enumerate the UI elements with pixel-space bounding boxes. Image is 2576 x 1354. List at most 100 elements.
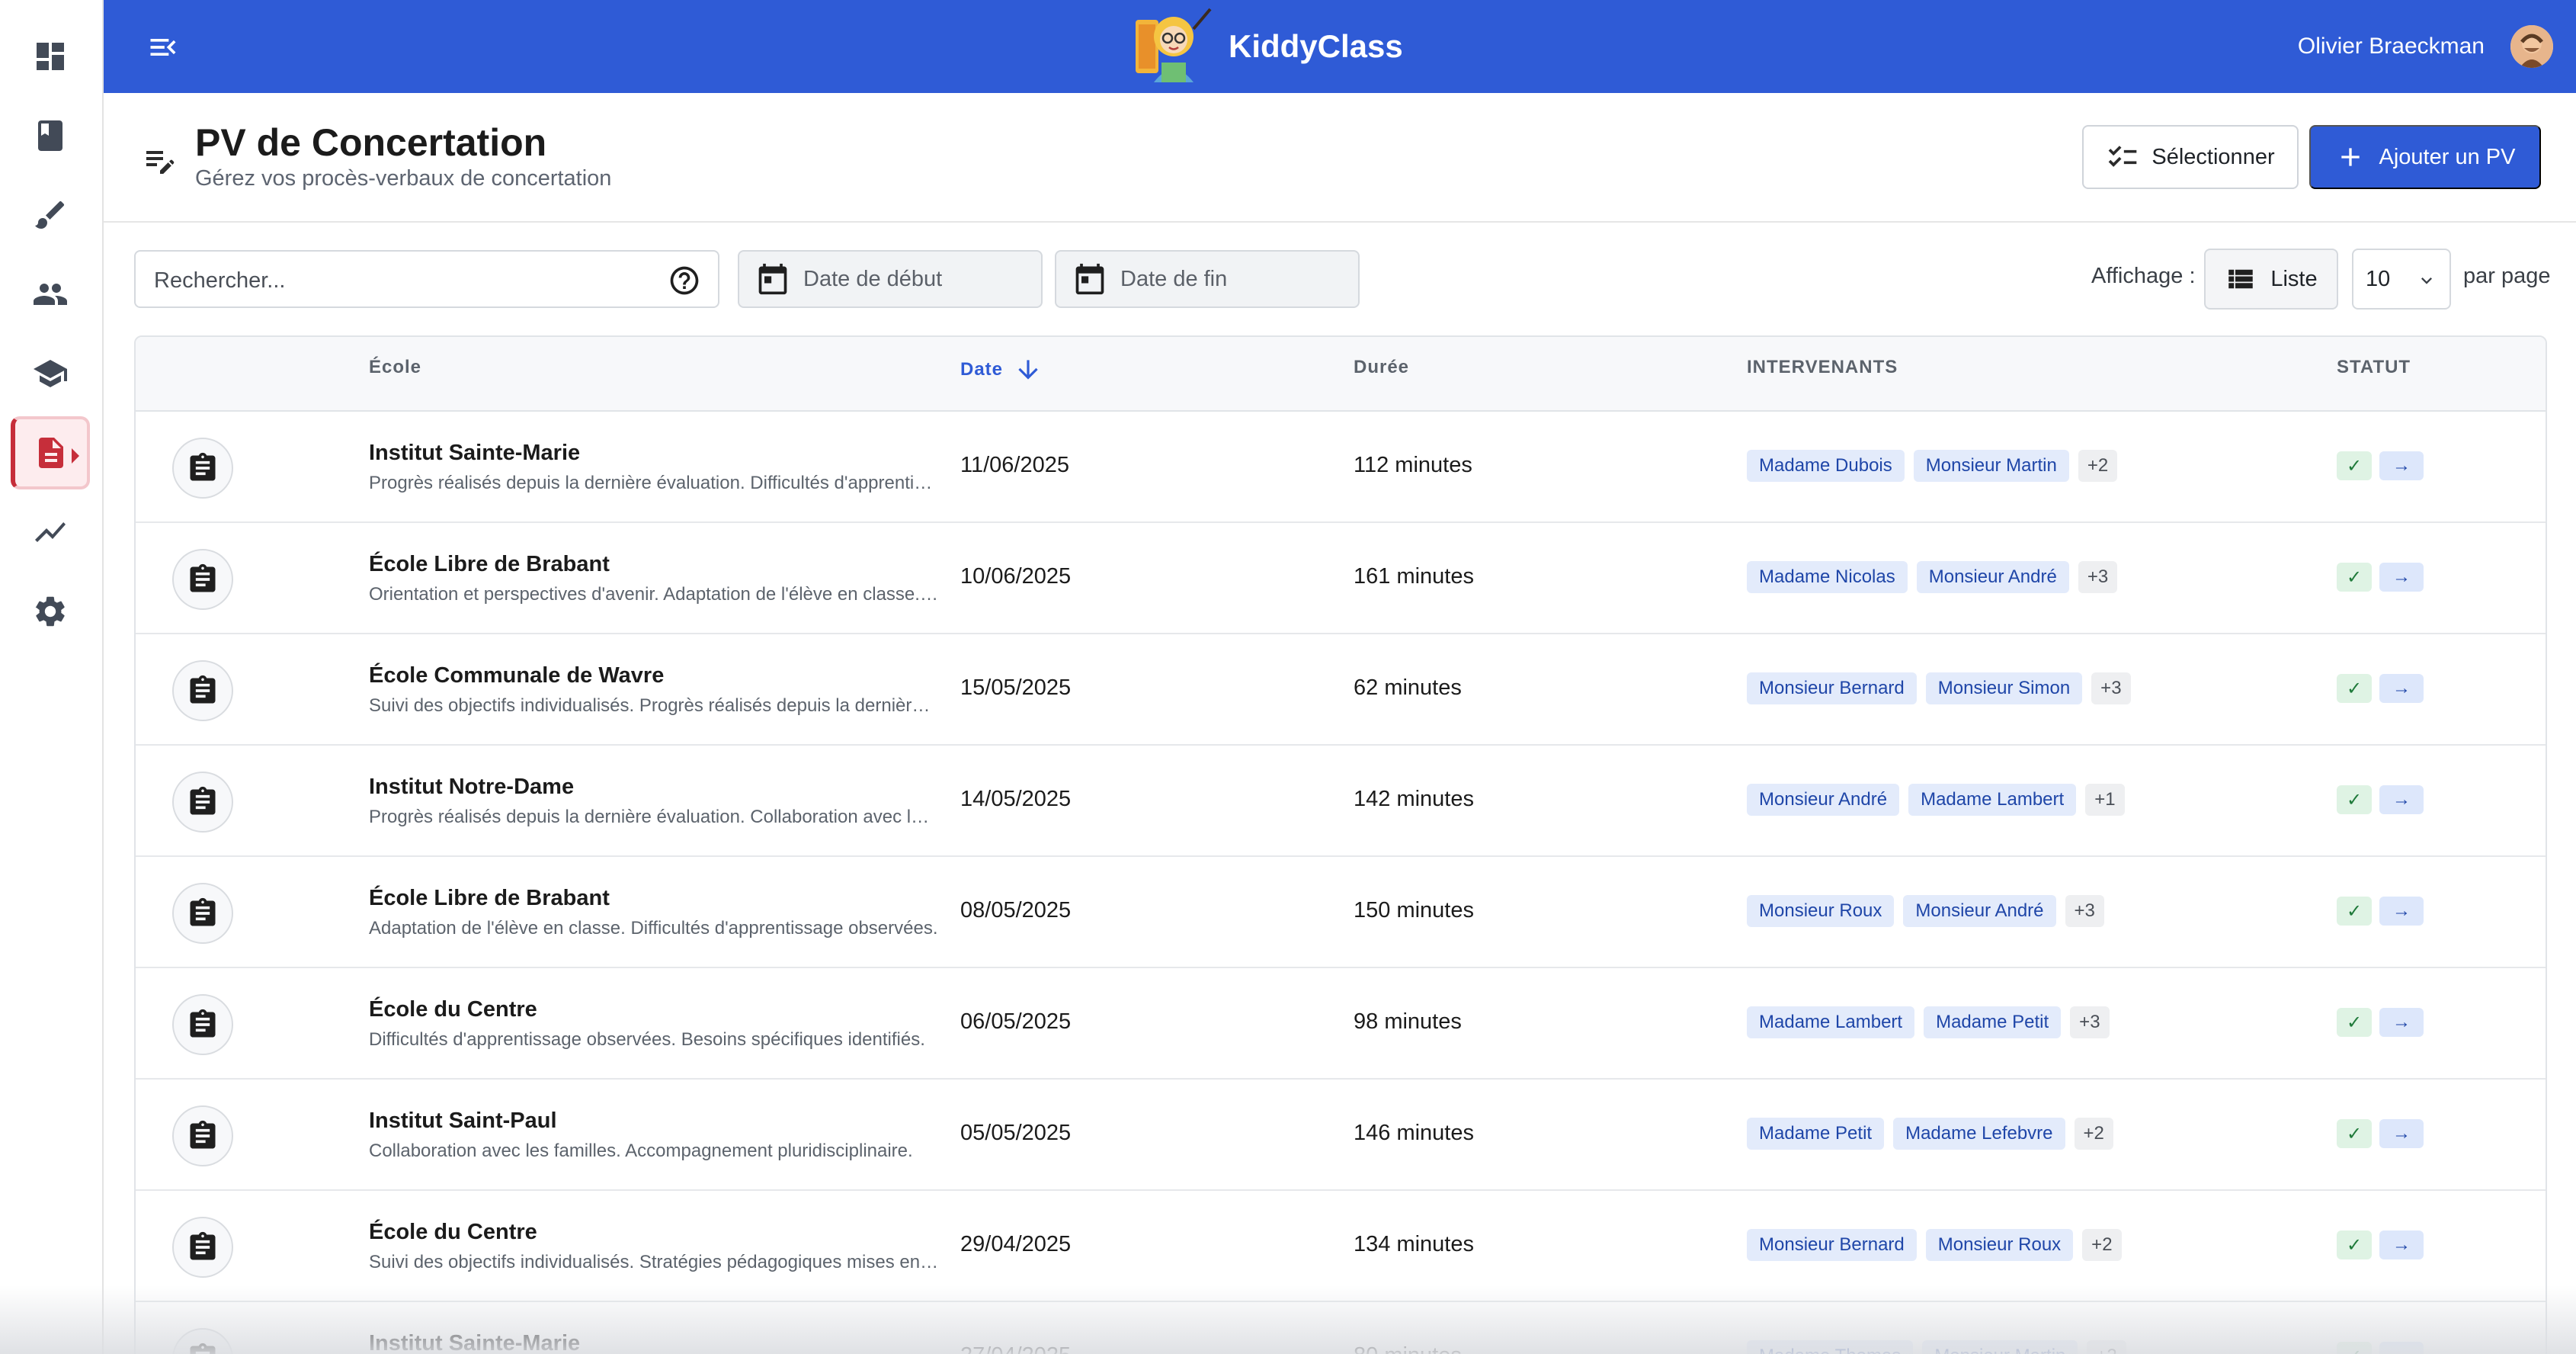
- search-input[interactable]: [154, 265, 642, 296]
- book-icon: [38, 120, 62, 151]
- status-open-button[interactable]: →: [2379, 1230, 2424, 1259]
- status-done-badge[interactable]: ✓: [2337, 1008, 2372, 1037]
- table-row[interactable]: Institut Saint-Paul Collaboration avec l…: [136, 1080, 2546, 1191]
- brand[interactable]: KiddyClass: [1131, 6, 1403, 87]
- row-school-name[interactable]: Institut Sainte-Marie: [369, 441, 580, 466]
- row-school-name[interactable]: Institut Saint-Paul: [369, 1109, 557, 1134]
- status-open-button[interactable]: →: [2379, 451, 2424, 480]
- participant-chip: Madame Nicolas: [1747, 561, 1908, 593]
- table-row[interactable]: Institut Notre-Dame Progrès réalisés dep…: [136, 746, 2546, 857]
- page-subtitle: Gérez vos procès-verbaux de concertation: [195, 166, 612, 191]
- menu-collapse-icon: [150, 39, 176, 56]
- sidebar-item-dashboard[interactable]: [11, 20, 90, 93]
- column-header-duration[interactable]: Durée: [1354, 357, 1409, 378]
- row-status: ✓ →: [2337, 674, 2424, 703]
- row-date: 06/05/2025: [960, 1009, 1072, 1034]
- row-duration: 146 minutes: [1354, 1121, 1474, 1145]
- row-school-name[interactable]: Institut Sainte-Marie: [369, 1331, 580, 1354]
- participant-chips: Madame Nicolas Monsieur André +3: [1747, 561, 2118, 593]
- status-open-button[interactable]: →: [2379, 563, 2424, 592]
- table-row[interactable]: École Libre de Brabant Orientation et pe…: [136, 523, 2546, 634]
- clipboard-icon: [172, 883, 233, 944]
- row-date: 05/05/2025: [960, 1121, 1072, 1145]
- avatar[interactable]: [2510, 25, 2553, 68]
- table-row[interactable]: École Communale de Wavre Suivi des objec…: [136, 634, 2546, 746]
- list-view-label: Liste: [2270, 266, 2318, 291]
- sidebar-item-settings[interactable]: [11, 575, 90, 648]
- sidebar-item-people[interactable]: [11, 258, 90, 331]
- menu-toggle-button[interactable]: [142, 26, 184, 69]
- teacher-logo-icon: [1136, 8, 1212, 82]
- start-date-field[interactable]: Date de début: [738, 250, 1043, 308]
- participant-more-chip[interactable]: +3: [2078, 561, 2118, 593]
- clipboard-icon: [172, 660, 233, 721]
- sidebar-item-stats[interactable]: [11, 496, 90, 569]
- row-summary: Progrès réalisés depuis la dernière éval…: [369, 473, 939, 493]
- participant-more-chip[interactable]: +3: [2070, 1006, 2110, 1038]
- participant-more-chip[interactable]: +2: [2082, 1229, 2122, 1261]
- status-done-badge[interactable]: ✓: [2337, 785, 2372, 814]
- avatar-image: [2510, 25, 2553, 68]
- status-done-badge[interactable]: ✓: [2337, 1119, 2372, 1148]
- row-school-name[interactable]: Institut Notre-Dame: [369, 775, 574, 800]
- add-pv-button[interactable]: Ajouter un PV: [2309, 125, 2541, 189]
- status-open-button[interactable]: →: [2379, 674, 2424, 703]
- table-row[interactable]: Institut Sainte-Marie Progrès réalisés d…: [136, 412, 2546, 523]
- brush-icon: [35, 201, 65, 229]
- participant-more-chip[interactable]: +1: [2085, 784, 2125, 816]
- table-row[interactable]: Institut Sainte-Marie 27/04/2025 80 minu…: [136, 1302, 2546, 1354]
- column-header-school[interactable]: École: [369, 357, 421, 378]
- row-school-name[interactable]: École du Centre: [369, 997, 537, 1022]
- page-title: PV de Concertation: [195, 121, 547, 164]
- sidebar-item-brush[interactable]: [11, 178, 90, 252]
- row-school-name[interactable]: École Communale de Wavre: [369, 663, 664, 688]
- sidebar-item-school[interactable]: [11, 337, 90, 410]
- participant-more-chip[interactable]: +2: [2074, 1118, 2113, 1150]
- status-done-badge[interactable]: ✓: [2337, 451, 2372, 480]
- participant-more-chip[interactable]: +3: [2065, 895, 2104, 927]
- end-date-field[interactable]: Date de fin: [1055, 250, 1360, 308]
- column-header-date[interactable]: Date: [960, 355, 1043, 384]
- row-date: 10/06/2025: [960, 564, 1072, 589]
- help-icon[interactable]: [668, 264, 701, 297]
- select-button[interactable]: Sélectionner: [2082, 125, 2299, 189]
- row-duration: 150 minutes: [1354, 898, 1474, 922]
- document-icon: [39, 438, 63, 468]
- row-school-name[interactable]: École Libre de Brabant: [369, 552, 610, 577]
- status-open-button[interactable]: →: [2379, 1119, 2424, 1148]
- row-school-name[interactable]: École du Centre: [369, 1220, 537, 1245]
- per-page-label: par page: [2463, 264, 2551, 288]
- per-page-select[interactable]: 10: [2352, 249, 2451, 310]
- participant-more-chip[interactable]: +3: [2091, 672, 2131, 704]
- status-done-badge[interactable]: ✓: [2337, 563, 2372, 592]
- status-open-button[interactable]: →: [2379, 1008, 2424, 1037]
- status-done-badge[interactable]: ✓: [2337, 1342, 2372, 1354]
- status-open-button[interactable]: →: [2379, 785, 2424, 814]
- column-header-participants[interactable]: INTERVENANTS: [1747, 357, 1898, 378]
- row-duration: 142 minutes: [1354, 787, 1474, 811]
- participant-more-chip[interactable]: +2: [2087, 1340, 2126, 1354]
- participant-chip: Monsieur André: [1747, 784, 1900, 816]
- table-row[interactable]: École du Centre Difficultés d'apprentiss…: [136, 968, 2546, 1080]
- list-icon: [2228, 269, 2254, 289]
- status-done-badge[interactable]: ✓: [2337, 897, 2372, 926]
- select-button-label: Sélectionner: [2151, 144, 2275, 169]
- status-done-badge[interactable]: ✓: [2337, 674, 2372, 703]
- participant-more-chip[interactable]: +2: [2078, 450, 2118, 482]
- table-row[interactable]: École du Centre Suivi des objectifs indi…: [136, 1191, 2546, 1302]
- sidebar-item-pv[interactable]: [11, 416, 90, 489]
- clipboard-icon: [172, 549, 233, 610]
- table-header: École Date Durée INTERVENANTS STATUT: [136, 337, 2546, 412]
- status-open-button[interactable]: →: [2379, 897, 2424, 926]
- sidebar-item-book[interactable]: [11, 99, 90, 172]
- status-open-button[interactable]: →: [2379, 1342, 2424, 1354]
- table-row[interactable]: École Libre de Brabant Adaptation de l'é…: [136, 857, 2546, 968]
- status-done-badge[interactable]: ✓: [2337, 1230, 2372, 1259]
- list-view-button[interactable]: Liste: [2204, 249, 2338, 310]
- row-status: ✓ →: [2337, 1342, 2424, 1354]
- row-school-name[interactable]: École Libre de Brabant: [369, 886, 610, 911]
- row-date: 11/06/2025: [960, 453, 1069, 477]
- row-summary: Suivi des objectifs individualisés. Prog…: [369, 695, 939, 716]
- user-menu[interactable]: Olivier Braeckman: [2298, 20, 2553, 73]
- column-header-status[interactable]: STATUT: [2337, 357, 2411, 378]
